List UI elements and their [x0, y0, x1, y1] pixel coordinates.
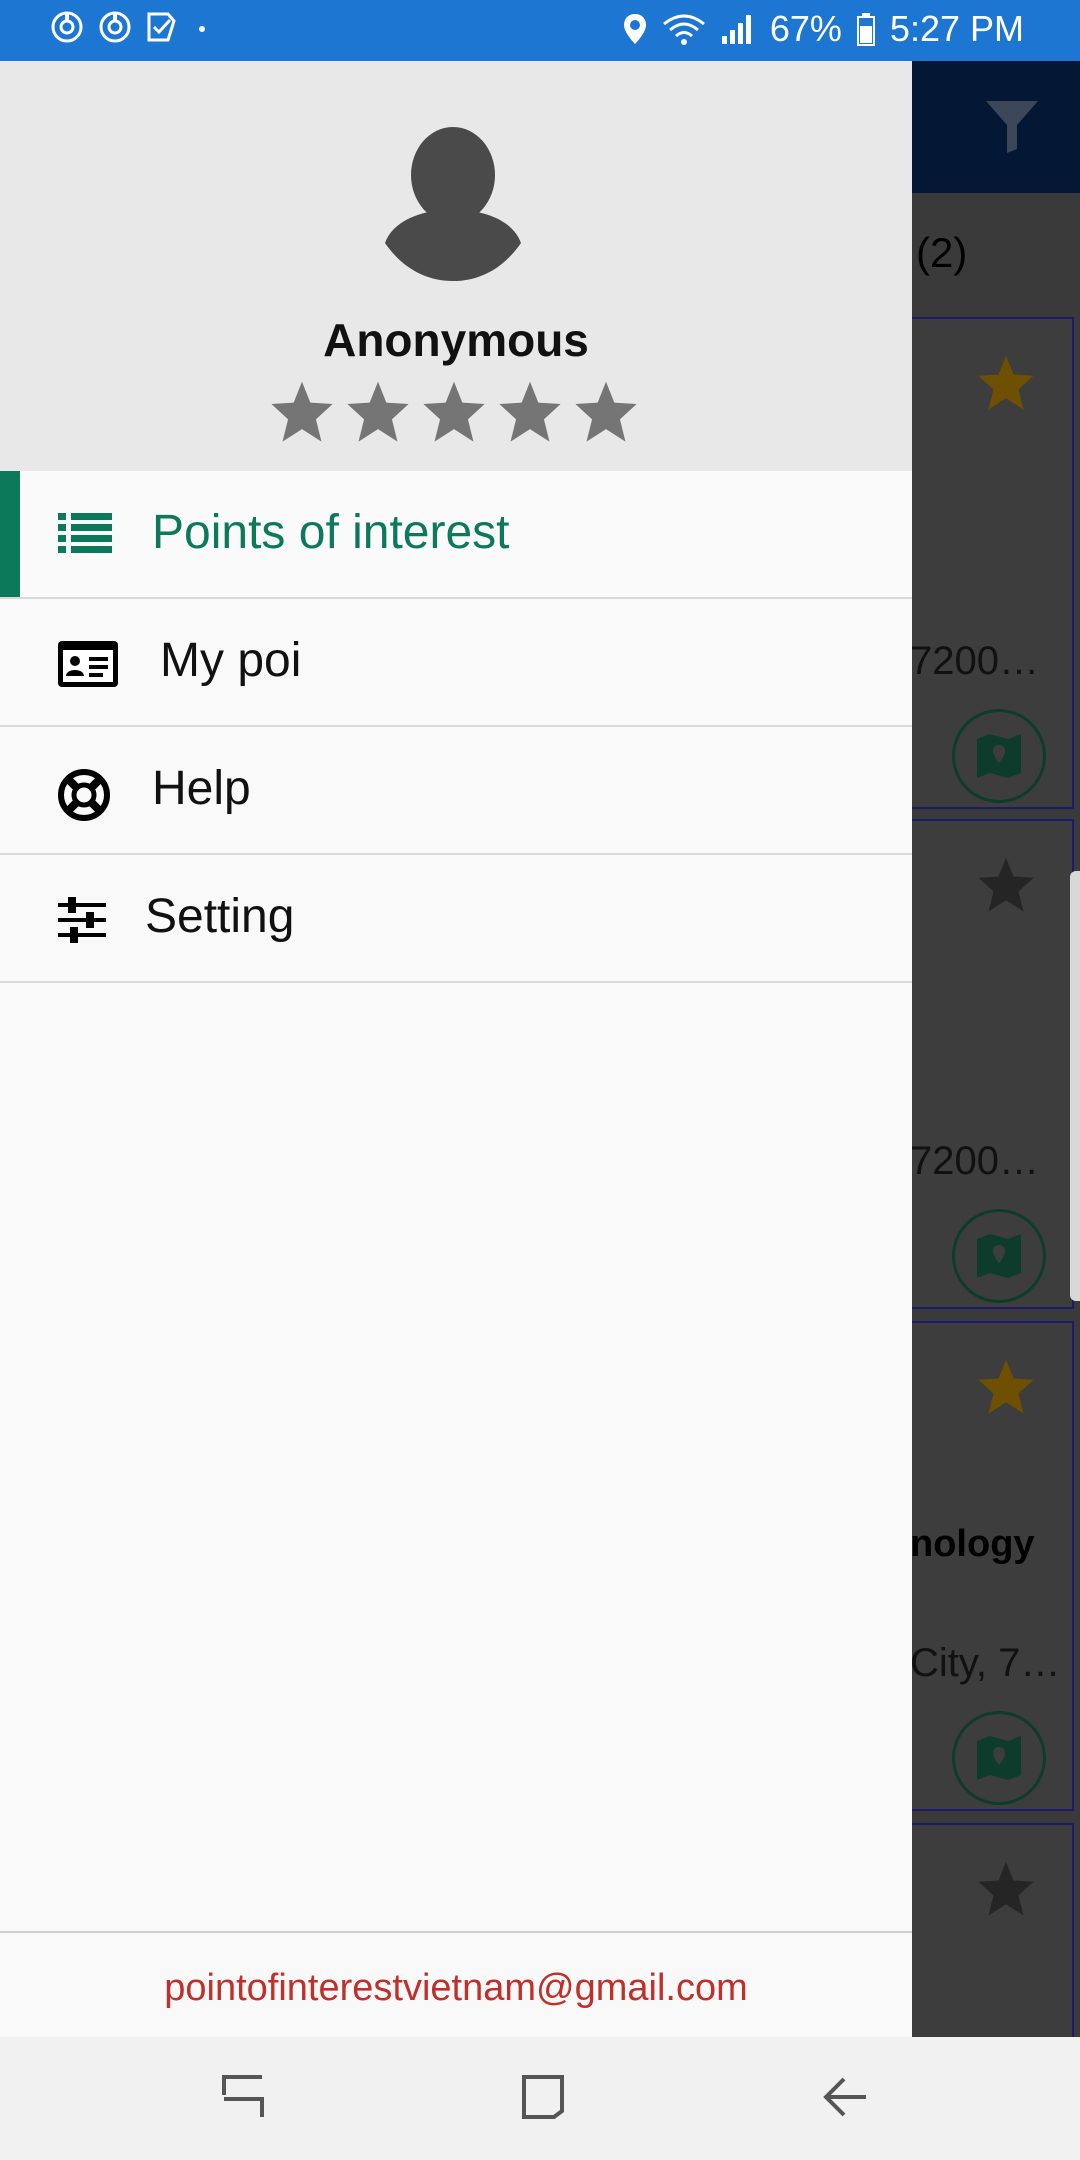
recent-apps-icon[interactable] [220, 2073, 266, 2126]
id-card-icon [58, 641, 118, 692]
notification-dot-icon [192, 17, 212, 37]
rating-stars [268, 379, 640, 448]
star-icon [268, 379, 336, 448]
poi-address: 7200… [910, 1139, 1039, 1183]
contact-email-link[interactable]: pointofinterestvietnam@gmail.com [0, 1967, 912, 2010]
menu-item-setting[interactable]: Setting [0, 855, 912, 983]
star-icon [496, 379, 564, 448]
star-icon [572, 379, 640, 448]
sync-icon [50, 10, 84, 44]
map-icon[interactable] [952, 1711, 1046, 1805]
scroll-handle[interactable] [1070, 871, 1080, 1301]
user-name: Anonymous [323, 314, 589, 366]
sliders-icon [58, 897, 106, 948]
star-empty-icon[interactable] [976, 1859, 1036, 1922]
poi-card[interactable]: 7200… [906, 819, 1074, 1309]
menu-item-help[interactable]: Help [0, 727, 912, 855]
poi-card[interactable]: 7200… [906, 317, 1074, 809]
star-icon [420, 379, 488, 448]
list-icon [58, 513, 112, 560]
drawer-footer: pointofinterestvietnam@gmail.com [0, 1931, 912, 2037]
battery-icon [856, 12, 876, 46]
star-empty-icon[interactable] [976, 855, 1036, 918]
map-icon[interactable] [952, 709, 1046, 803]
star-filled-icon[interactable] [976, 353, 1036, 416]
poi-title: nology [910, 1523, 1035, 1565]
menu-item-label: Help [152, 762, 251, 815]
filter-icon[interactable] [984, 97, 1040, 160]
sync-icon [98, 10, 132, 44]
menu-item-label: Setting [145, 890, 295, 943]
map-icon[interactable] [952, 1209, 1046, 1303]
clock-time: 5:27 PM [889, 8, 1024, 49]
wifi-icon [662, 12, 706, 46]
poi-card[interactable]: nology City, 7… [906, 1321, 1074, 1811]
lifebuoy-icon [58, 769, 110, 826]
poi-address: 7200… [910, 639, 1039, 683]
star-filled-icon[interactable] [976, 1357, 1036, 1420]
drawer-menu: Points of interest My poi Help Setting [0, 471, 912, 983]
back-icon[interactable] [822, 2073, 868, 2126]
active-indicator [0, 471, 20, 597]
home-icon[interactable] [520, 2073, 566, 2126]
star-icon [344, 379, 412, 448]
avatar[interactable] [383, 125, 523, 290]
menu-item-my-poi[interactable]: My poi [0, 599, 912, 727]
status-bar: 67% 5:27 PM [0, 0, 1080, 61]
system-nav-bar [0, 2037, 1080, 2160]
poi-card[interactable] [906, 1823, 1074, 2037]
result-count: (2) [916, 229, 968, 276]
battery-percent: 67% [769, 8, 842, 49]
menu-item-points-of-interest[interactable]: Points of interest [0, 471, 912, 599]
location-icon [622, 12, 648, 46]
drawer-header: Anonymous [0, 61, 912, 471]
signal-icon [720, 12, 756, 46]
menu-item-label: My poi [160, 634, 302, 687]
poi-address: City, 7… [910, 1641, 1061, 1685]
menu-item-label: Points of interest [152, 506, 510, 559]
navigation-drawer: Anonymous Points of interest My poi Help… [0, 61, 912, 2037]
task-check-icon [146, 11, 178, 43]
